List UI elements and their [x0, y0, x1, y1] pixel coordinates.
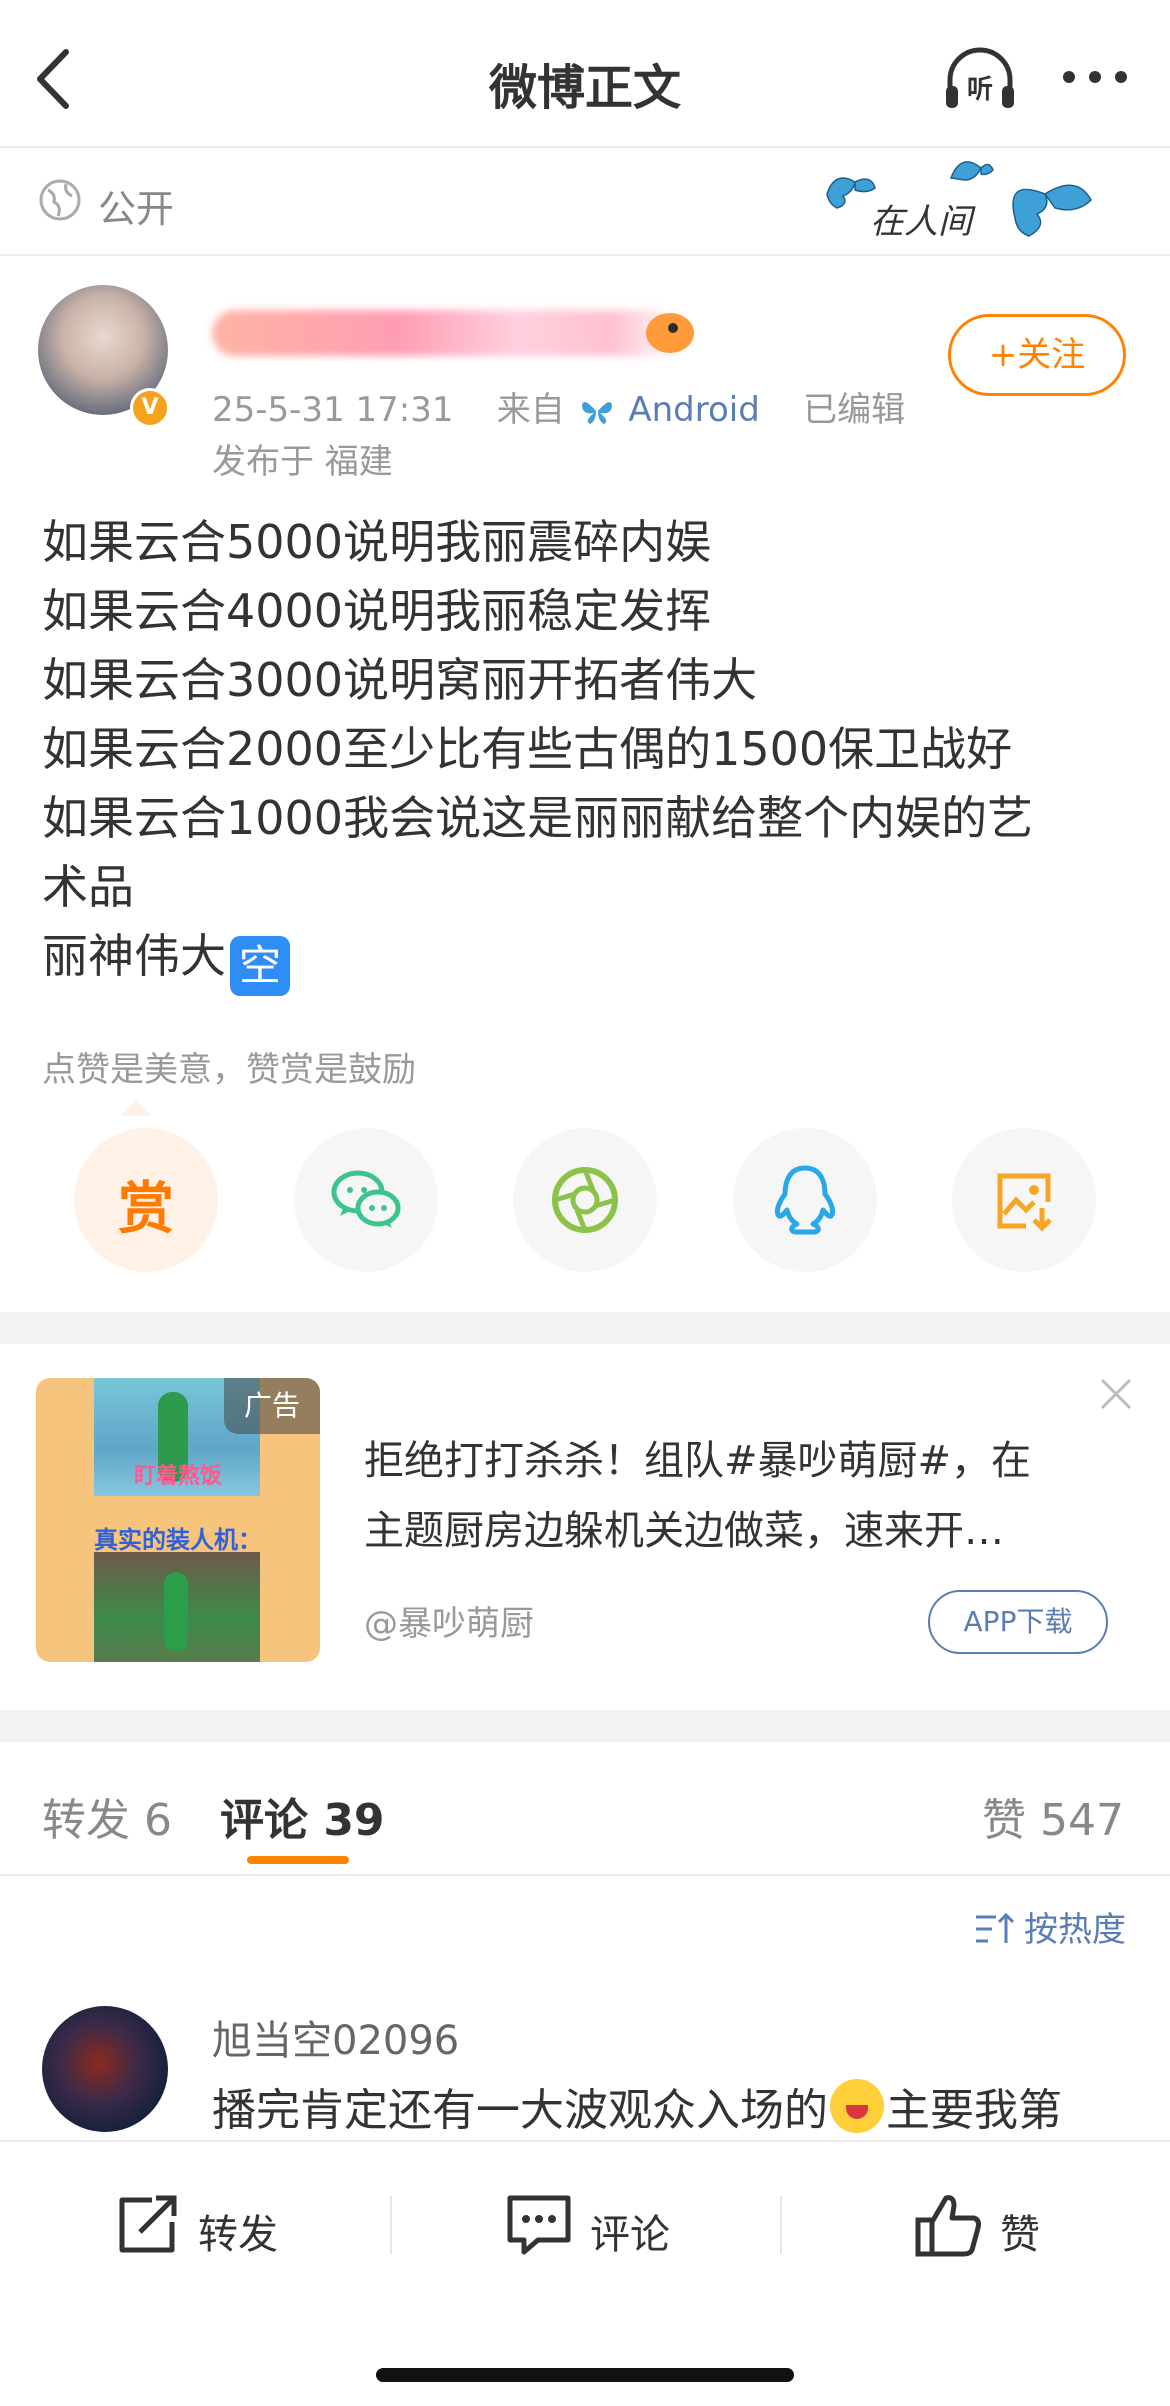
- ad-text-line: 拒绝打打杀杀！组队#暴吵萌厨#，在: [364, 1438, 1032, 1484]
- repost-icon: [119, 2195, 177, 2253]
- ad-text-line: 主题厨房边躲机关边做菜，速来开…: [364, 1508, 1004, 1554]
- save-image-button[interactable]: [952, 1128, 1096, 1272]
- top-nav-bar: 微博正文 听: [0, 0, 1170, 148]
- svg-text:听: 听: [967, 75, 993, 105]
- comment-avatar[interactable]: [42, 2006, 168, 2132]
- ad-image-caption: 真实的装人机：: [94, 1526, 262, 1554]
- tab-comments[interactable]: 评论 39: [220, 1784, 385, 1848]
- kong-emoji-badge: 空: [230, 936, 290, 996]
- tabs-divider: [0, 1874, 1170, 1876]
- verified-badge: V: [130, 388, 170, 428]
- repost-label: 转发: [198, 2212, 278, 2258]
- reward-pointer: [120, 1100, 152, 1116]
- reward-button[interactable]: 赏: [74, 1128, 218, 1272]
- more-options-button[interactable]: [1060, 62, 1130, 92]
- bar-separator: [390, 2196, 392, 2254]
- sort-label: 按热度: [1024, 1910, 1126, 1950]
- share-wechat-button[interactable]: [294, 1128, 438, 1272]
- home-indicator: [376, 2368, 794, 2382]
- ad-image[interactable]: 盯着熬饭 真实的装人机： 广告: [36, 1378, 320, 1662]
- reward-glyph: 赏: [118, 1177, 174, 1242]
- post-line: 如果云合5000说明我丽震碎内娱: [42, 515, 712, 569]
- tab-likes[interactable]: 赞 547: [982, 1784, 1124, 1848]
- post-source-link[interactable]: Android: [628, 390, 759, 430]
- bar-separator: [780, 2196, 782, 2254]
- section-divider: [0, 1710, 1170, 1742]
- active-tab-indicator: [247, 1856, 349, 1864]
- post-line-last: 丽神伟大空: [42, 922, 1142, 996]
- comment-text-part: 主要我第: [886, 2085, 1062, 2136]
- wechat-icon: [331, 1170, 401, 1228]
- pufferfish-emoji-icon: [646, 313, 694, 353]
- thumbs-up-icon: [915, 2195, 981, 2257]
- close-icon[interactable]: [1096, 1374, 1136, 1414]
- app-download-button[interactable]: APP下载: [928, 1590, 1108, 1654]
- comment-button[interactable]: 评论: [504, 2190, 704, 2260]
- headphones-icon: 听: [946, 47, 1014, 108]
- visibility-bar: 公开 在人间: [0, 148, 1170, 256]
- share-qq-button[interactable]: [733, 1128, 877, 1272]
- listen-button[interactable]: 听: [940, 44, 1020, 114]
- repost-button[interactable]: 转发: [112, 2190, 312, 2260]
- section-divider: [0, 1312, 1170, 1344]
- visibility-label: 公开: [98, 187, 175, 231]
- post-line: 如果云合3000说明窝丽开拓者伟大: [42, 653, 758, 707]
- post-line-text: 丽神伟大: [42, 929, 226, 983]
- decoration-text: 在人间: [870, 202, 972, 242]
- ad-image-caption: 盯着熬饭: [133, 1464, 222, 1489]
- comment-username[interactable]: 旭当空02096: [212, 2008, 459, 2066]
- share-moments-button[interactable]: [513, 1128, 657, 1272]
- ad-source[interactable]: @暴吵萌厨: [364, 1596, 534, 1645]
- ad-scene-bottom: [94, 1552, 260, 1662]
- ad-text[interactable]: 拒绝打打杀杀！组队#暴吵萌厨#，在 主题厨房边躲机关边做菜，速来开…: [364, 1426, 1124, 1566]
- like-button[interactable]: 赞: [914, 2190, 1094, 2260]
- ad-tag: 广告: [224, 1378, 320, 1434]
- more-dots-icon: [1063, 71, 1127, 83]
- save-image-icon: [997, 1173, 1052, 1232]
- globe-icon: [39, 179, 81, 221]
- sort-by-heat-button[interactable]: 按热度: [974, 1902, 1126, 1951]
- edited-label[interactable]: 已编辑: [803, 390, 905, 430]
- post-content: 如果云合5000说明我丽震碎内娱 如果云合4000说明我丽稳定发挥 如果云合30…: [42, 508, 1142, 996]
- laughing-emoji-icon: [830, 2079, 884, 2133]
- comment-icon: [507, 2195, 571, 2255]
- tab-reposts[interactable]: 转发 6: [42, 1784, 172, 1848]
- comment-text-part: 播完肯定还有一大波观众入场的: [212, 2085, 828, 2136]
- reward-hint: 点赞是美意，赞赏是鼓励: [42, 1050, 416, 1090]
- comment-text[interactable]: 播完肯定还有一大波观众入场的 主要我第: [212, 2074, 1062, 2138]
- qq-penguin-icon: [774, 1165, 836, 1235]
- post-line: 如果云合4000说明我丽稳定发挥: [42, 584, 712, 638]
- post-line: 术品: [42, 860, 134, 914]
- post-meta: 25-5-31 17:31 来自 Android 已编辑: [212, 382, 905, 431]
- butterfly-icon: [581, 402, 612, 424]
- comment-label: 评论: [590, 2212, 670, 2258]
- sort-icon: [976, 1912, 1014, 1943]
- post-line: 如果云合1000我会说这是丽丽献给整个内娱的艺: [42, 791, 1034, 845]
- source-prefix: 来自: [496, 390, 565, 430]
- bottom-action-bar: 转发 评论 赞: [0, 2140, 1170, 2406]
- moments-shutter-icon: [552, 1167, 618, 1233]
- like-label: 赞: [1000, 2212, 1040, 2258]
- post-time: 25-5-31 17:31: [212, 390, 454, 430]
- follow-button[interactable]: +关注: [948, 314, 1126, 396]
- post-line: 如果云合2000至少比有些古偶的1500保卫战好: [42, 722, 1013, 776]
- post-location: 发布于 福建: [212, 442, 393, 482]
- share-row: 赏: [0, 1128, 1170, 1274]
- author-name-redacted[interactable]: [212, 310, 682, 356]
